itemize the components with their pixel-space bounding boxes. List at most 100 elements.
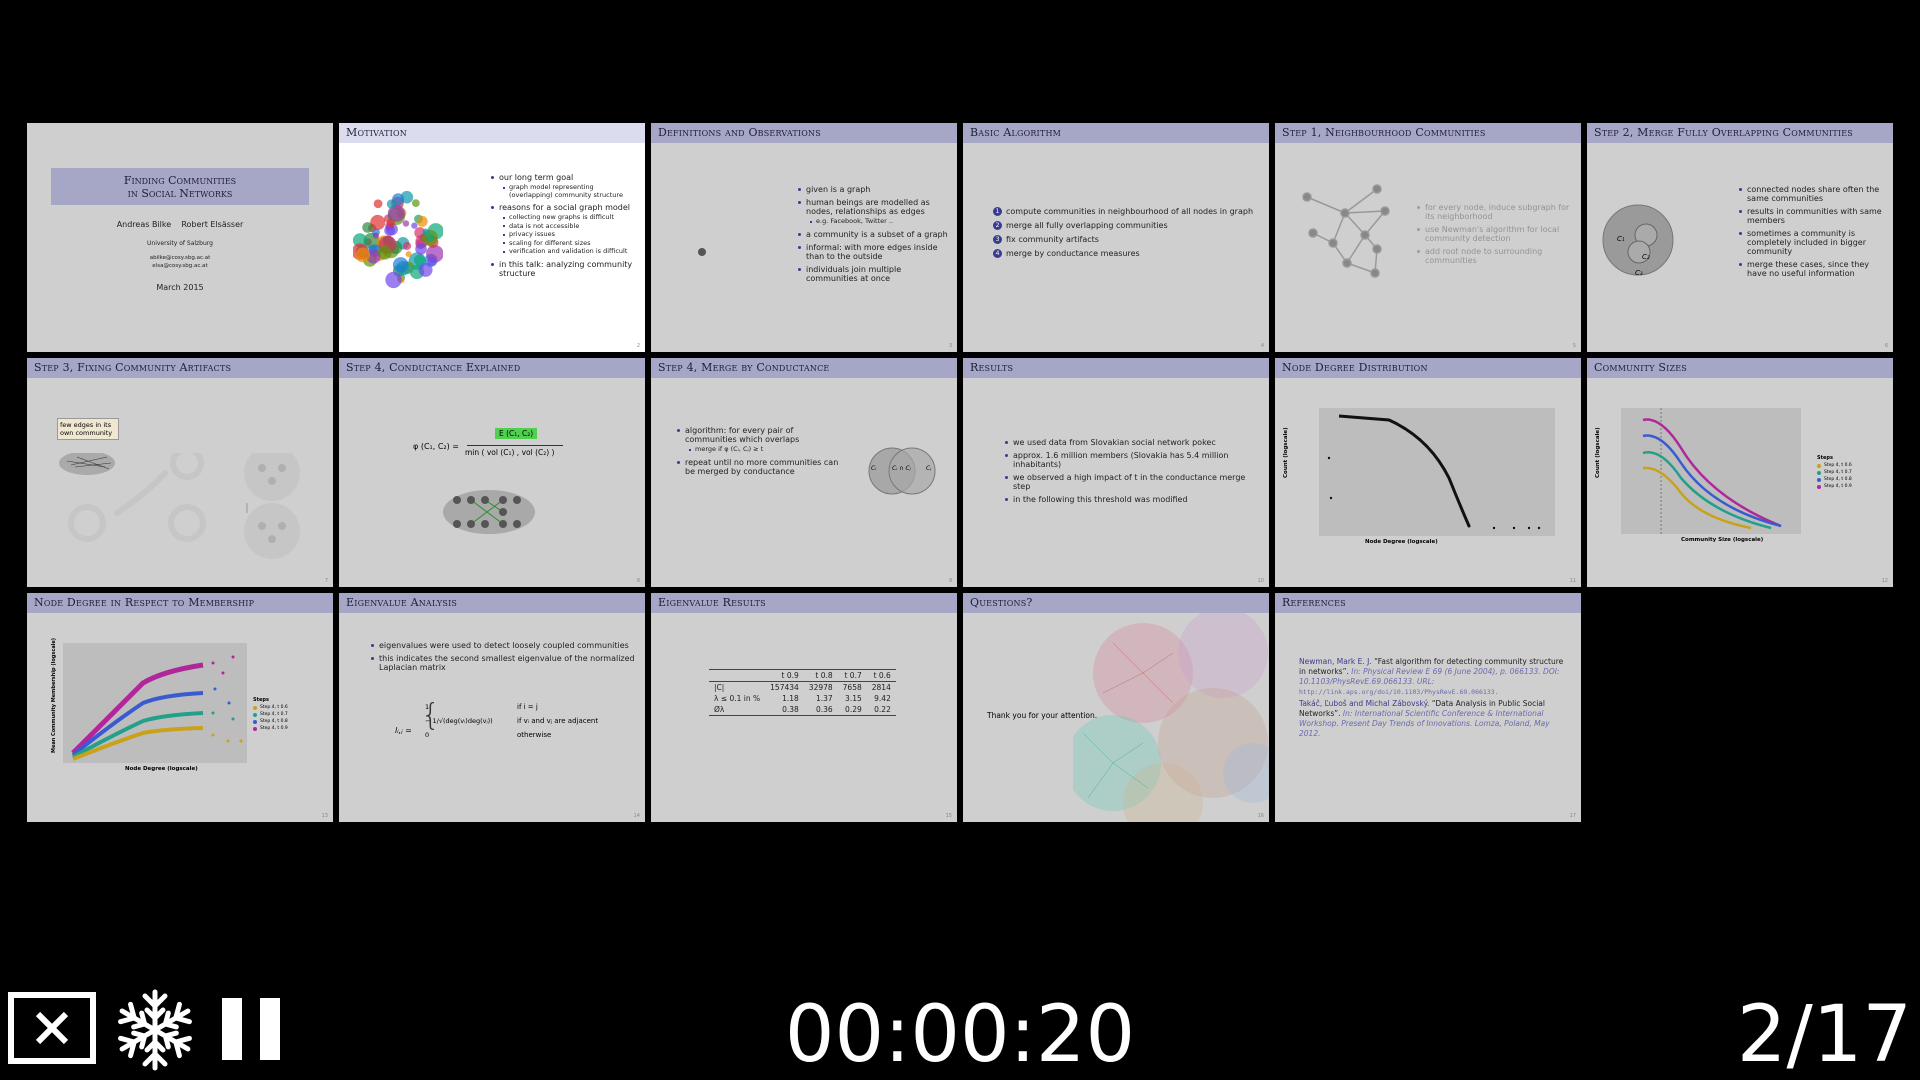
community-label: C₂ [1642, 253, 1650, 261]
bullet-text: results in communities with same members [1747, 207, 1882, 225]
legend-entry: Step 4, t 0.8 [1817, 477, 1852, 482]
slide-title: Eigenvalue Results [651, 593, 957, 613]
affiliation: University of Salzburg [147, 240, 213, 247]
bullet-text: connected nodes share often the same com… [1747, 185, 1880, 203]
step-text: merge by conductance measures [1006, 249, 1140, 258]
bullet-item: merge these cases, since they have no us… [1739, 260, 1889, 278]
slide-title: Step 4, Conductance Explained [339, 358, 645, 378]
bullet-list: we used data from Slovakian social netwo… [1003, 438, 1265, 508]
slide-thumbnail-4[interactable]: Basic Algorithm 1 compute communities in … [963, 123, 1269, 352]
slide-thumbnail-15[interactable]: Eigenvalue Results t 0.9 t 0.8 t 0.7 t 0.6 … [651, 593, 957, 822]
page-number: 10 [1257, 578, 1264, 584]
elapsed-timer[interactable]: 00:00:20 [0, 990, 1920, 1080]
sub-bullet-item: e.g. Facebook, Twitter .. [810, 217, 954, 226]
legend-swatch [1817, 463, 1821, 468]
legend-label: Step 4, t 0.6 [1824, 463, 1852, 468]
slide-thumbnail-16[interactable]: Questions? Thank you for your attention.… [963, 593, 1269, 822]
graph-cluster [415, 243, 427, 255]
graph-cluster [411, 222, 418, 229]
slide-title-line2: in Social Networks [127, 186, 233, 200]
sub-bullet-item: graph model representing (overlapping) c… [503, 183, 639, 199]
graph-cluster [373, 199, 383, 209]
venn-nested-diagram [1602, 204, 1674, 276]
slide-title: Node Degree Distribution [1275, 358, 1581, 378]
graph-cluster [392, 193, 405, 206]
reference-entry: Takáč, Ľuboš and Michal Zábovský. “Data … [1299, 699, 1569, 739]
page-number: 13 [321, 813, 328, 819]
bullet-text: we used data from Slovakian social netwo… [1013, 438, 1216, 447]
community-graph-image [353, 190, 443, 289]
legend-swatch [1817, 477, 1821, 482]
slide-title: Eigenvalue Analysis [339, 593, 645, 613]
page-number: 8 [636, 578, 640, 584]
bullet-text: reasons for a social graph model [499, 203, 630, 212]
slide-thumbnail-11[interactable]: Node Degree Distribution Node Degree (lo… [1275, 358, 1581, 587]
slide-thumbnail-14[interactable]: Eigenvalue Analysis eigenvalues were use… [339, 593, 645, 822]
page-number: 14 [633, 813, 640, 819]
slide-thumbnail-6[interactable]: Step 2, Merge Fully Overlapping Communit… [1587, 123, 1893, 352]
slide-thumbnail-13[interactable]: Node Degree in Respect to Membership Ste… [27, 593, 333, 822]
slide-title: Results [963, 358, 1269, 378]
legend-label: Step 4, t 0.8 [1824, 477, 1852, 482]
page-number: 4 [1260, 343, 1264, 349]
table-cell: 3.15 [845, 694, 862, 703]
graph-cluster [422, 228, 429, 235]
slide-thumbnail-12[interactable]: Community Sizes Steps Step 4, t 0.6 Step … [1587, 358, 1893, 587]
slide-thumbnail-9[interactable]: Step 4, Merge by Conductance algorithm: … [651, 358, 957, 587]
graph-node-dot [698, 248, 706, 256]
reference-url[interactable]: http://link.aps.org/doi/10.1103/PhysRevE… [1299, 688, 1499, 696]
formula-lhs: φ (C₁, C₂) = [413, 442, 459, 451]
degree-distribution-plot [1319, 408, 1555, 536]
venn-label: Cᵢ ∩ Cⱼ [892, 465, 911, 472]
graph-cluster [385, 271, 402, 289]
community-sizes-plot [1621, 408, 1801, 534]
table-cell: 0.36 [815, 705, 833, 714]
slide-thumbnail-8[interactable]: Step 4, Conductance Explained φ (C₁, C₂)… [339, 358, 645, 587]
table-row: Øλ 0.38 0.36 0.29 0.22 [709, 704, 896, 716]
bullet-item: reasons for a social graph model collecti… [491, 203, 639, 256]
graph-cluster [411, 199, 420, 207]
bullet-item: we observed a high impact of t in the co… [1005, 473, 1265, 491]
numbered-item: 4 merge by conductance measures [993, 249, 1263, 258]
slide-title: Motivation [339, 123, 645, 143]
graph-cluster [362, 222, 373, 233]
legend-label: Step 4, t 0.7 [260, 712, 288, 717]
date: March 2015 [156, 283, 204, 292]
slide-thumbnail-2[interactable]: Motivation our long term goal graph model… [339, 123, 645, 352]
legend: Step 4, t 0.6 Step 4, t 0.7 Step 4, t 0.8 S… [1817, 463, 1852, 491]
sub-bullet-list: merge if φ (Cᵢ, Cⱼ) ≥ t [685, 445, 845, 454]
sub-bullet-item: merge if φ (Cᵢ, Cⱼ) ≥ t [689, 445, 845, 454]
sub-bullet-item: scaling for different sizes [503, 239, 639, 248]
slide-thumbnail-10[interactable]: Results we used data from Slovakian soci… [963, 358, 1269, 587]
slide-title: Step 3, Fixing Community Artifacts [27, 358, 333, 378]
table-row: λ ≤ 0.1 in % 1.18 1.37 3.15 9.42 [709, 693, 896, 704]
slide-thumbnail-7[interactable]: Step 3, Fixing Community Artifacts few e… [27, 358, 333, 587]
bullet-text: add root node to surrounding communities [1425, 247, 1543, 265]
numbered-item: 3 fix community artifacts [993, 235, 1263, 244]
slide-thumbnail-5[interactable]: Step 1, Neighbourhood Communities for ev… [1275, 123, 1581, 352]
table-cell: 9.42 [874, 694, 891, 703]
slide-title-box: Finding Communities in Social Networks [51, 168, 309, 205]
legend-swatch [253, 719, 257, 724]
legend-swatch [253, 712, 257, 717]
bullet-item: results in communities with same members [1739, 207, 1889, 225]
bullet-item: given is a graph [798, 185, 954, 194]
legend-entry: Step 4, t 0.7 [1817, 470, 1852, 475]
legend-label: Step 4, t 0.9 [1824, 484, 1852, 489]
bullet-text: for every node, induce subgraph for its … [1425, 203, 1570, 221]
sub-bullet-item: collecting new graphs is difficult [503, 213, 639, 222]
table-cell: 0.22 [874, 705, 891, 714]
table-cell: 0.38 [782, 705, 799, 714]
bullet-item: connected nodes share often the same com… [1739, 185, 1889, 203]
slide-thumbnail-1[interactable]: Finding Communities in Social Networks A… [27, 123, 333, 352]
slide-title: References [1275, 593, 1581, 613]
conductance-graph [443, 490, 535, 534]
slide-title: Community Sizes [1587, 358, 1893, 378]
bullet-text: human beings are modelled as nodes, rela… [806, 198, 930, 216]
legend: Step 4, t 0.6 Step 4, t 0.7 Step 4, t 0.8 S… [253, 705, 288, 733]
bullet-text: use Newman's algorithm for local communi… [1425, 225, 1560, 243]
graph-cluster [355, 247, 371, 263]
slide-thumbnail-3[interactable]: Definitions and Observations given is a … [651, 123, 957, 352]
slide-thumbnail-17[interactable]: References Newman, Mark E. J. “Fast algo… [1275, 593, 1581, 822]
page-number: 3 [948, 343, 952, 349]
